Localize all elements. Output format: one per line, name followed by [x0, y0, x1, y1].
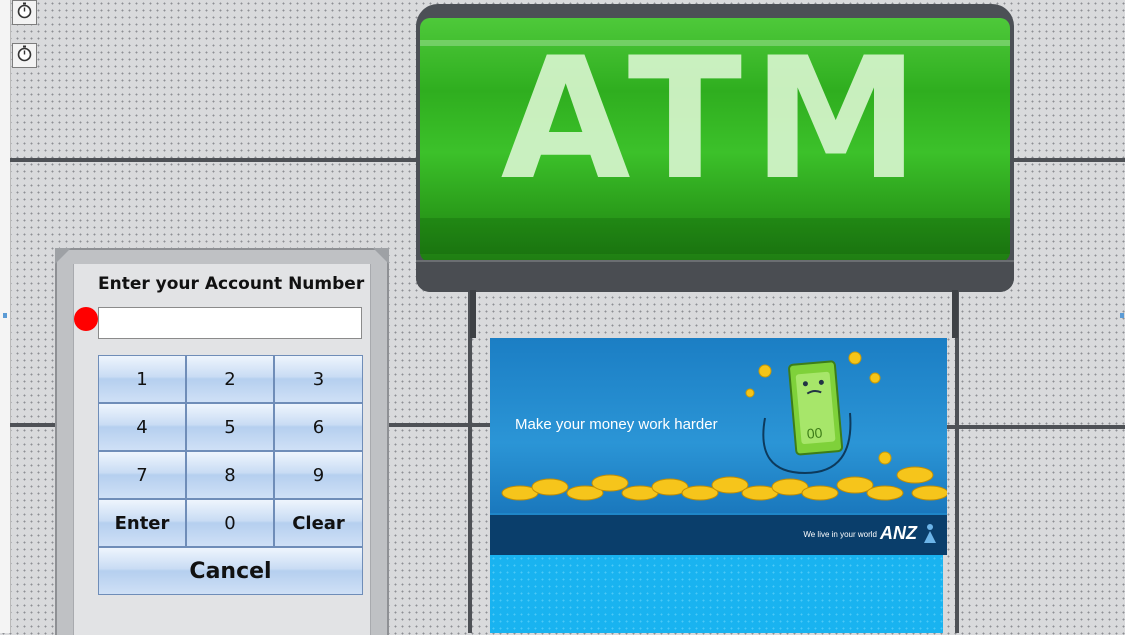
wall-seam [468, 290, 472, 633]
clear-button[interactable]: Clear [274, 499, 363, 547]
banner-tagline: We live in your world [803, 530, 877, 539]
key-1[interactable]: 1 [98, 355, 186, 403]
cancel-button[interactable]: Cancel [98, 547, 363, 595]
timer-button[interactable] [12, 43, 37, 68]
coins-image [501, 466, 947, 501]
stopwatch-icon [16, 45, 33, 66]
wall-seam [955, 290, 959, 633]
key-4[interactable]: 4 [98, 403, 186, 451]
status-indicator [74, 307, 98, 331]
key-0[interactable]: 0 [186, 499, 274, 547]
panel-bolt [55, 248, 71, 264]
sign-post [470, 290, 476, 338]
key-9[interactable]: 9 [274, 451, 363, 499]
key-3[interactable]: 3 [274, 355, 363, 403]
timer-button[interactable] [12, 0, 37, 25]
sign-text: ATM [500, 21, 930, 217]
key-5[interactable]: 5 [186, 403, 274, 451]
key-8[interactable]: 8 [186, 451, 274, 499]
resize-handle[interactable] [3, 313, 7, 318]
svg-text:00: 00 [806, 424, 823, 441]
ad-banner[interactable]: Make your money work harder 00 We live i… [490, 338, 947, 555]
resize-handle[interactable] [1120, 313, 1124, 318]
wall-seam [945, 425, 1125, 429]
sign-base [416, 260, 1014, 292]
account-number-input[interactable] [98, 307, 362, 339]
key-7[interactable]: 7 [98, 451, 186, 499]
sign-face: ATM [420, 18, 1010, 262]
banner-footer: We live in your world ANZ [490, 515, 947, 555]
key-6[interactable]: 6 [274, 403, 363, 451]
sign-post [952, 290, 958, 338]
panel-bolt [373, 248, 389, 264]
account-prompt: Enter your Account Number [98, 274, 365, 294]
anz-logo: ANZ [880, 523, 917, 543]
wall-seam [10, 158, 420, 162]
anz-figures-icon [921, 523, 939, 549]
atm-sign: ATM [416, 4, 1014, 292]
banner-headline: Make your money work harder [515, 416, 718, 433]
stopwatch-icon [16, 2, 33, 23]
atm-screen-lower [490, 555, 943, 633]
enter-button[interactable]: Enter [98, 499, 186, 547]
key-2[interactable]: 2 [186, 355, 274, 403]
wall-seam [1012, 158, 1125, 162]
number-keypad: 1 2 3 4 5 6 7 8 9 Enter 0 Clear Cancel [98, 355, 363, 595]
